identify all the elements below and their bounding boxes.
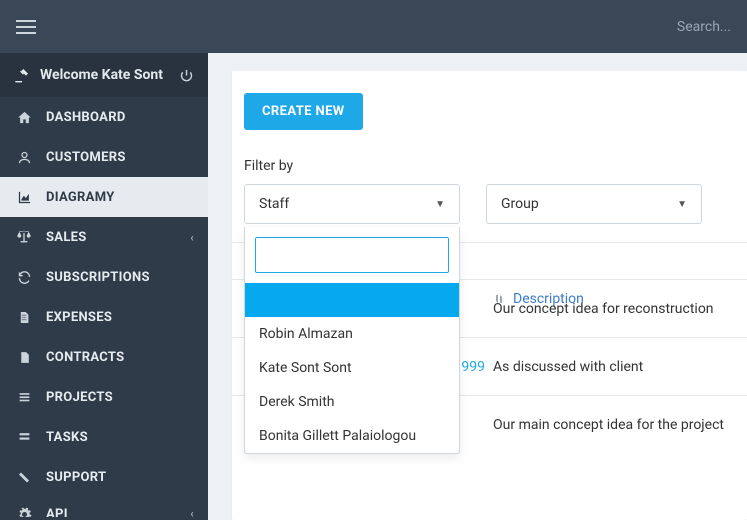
topbar: Search... [0,0,747,53]
ticket-icon [14,471,34,483]
chevron-left-icon: ‹ [190,231,194,244]
home-icon [14,110,34,125]
sidebar-item-contracts[interactable]: CONTRACTS [0,337,208,377]
hamburger-icon[interactable] [16,20,36,34]
user-icon [14,150,34,165]
create-new-button[interactable]: CREATE NEW [244,93,363,130]
sidebar-item-sales[interactable]: SALES ‹ [0,217,208,257]
list-icon [14,391,34,404]
chart-icon [14,190,34,205]
sidebar-item-dashboard[interactable]: DASHBOARD [0,97,208,137]
sidebar-item-support[interactable]: SUPPORT [0,457,208,497]
nav-label: SALES [46,230,87,245]
sidebar-item-diagramy[interactable]: DIAGRAMY [0,177,208,217]
nav-label: API [46,507,68,517]
sidebar-item-projects[interactable]: PROJECTS [0,377,208,417]
dropdown-item[interactable]: Bonita Gillett Palaiologou [245,419,459,453]
sidebar-item-api[interactable]: API ‹ [0,497,208,517]
tasks-icon [14,431,34,444]
filter-by-label: Filter by [244,158,747,174]
search-input[interactable]: Search... [677,19,731,35]
sidebar-item-customers[interactable]: CUSTOMERS [0,137,208,177]
nav-label: DASHBOARD [46,110,126,125]
refresh-icon [14,270,34,285]
power-icon[interactable] [179,68,194,83]
nav-label: CONTRACTS [46,350,124,365]
main-area: CREATE NEW Filter by Staff ▼ Group ▼ [208,53,747,520]
dropdown-search-input[interactable] [255,237,449,273]
sidebar-item-subscriptions[interactable]: SUBSCRIPTIONS [0,257,208,297]
scales-icon [14,229,34,245]
sidebar-item-tasks[interactable]: TASKS [0,417,208,457]
group-select[interactable]: Group ▼ [486,184,702,224]
nav-label: PROJECTS [46,390,113,405]
sidebar: Welcome Kate Sont DASHBOARD CUSTOMERS DI… [0,53,208,520]
row-description: As discussed with client [493,359,643,375]
dropdown-item[interactable]: Kate Sont Sont [245,351,459,385]
nav-label: SUPPORT [46,470,106,485]
gavel-icon [14,67,30,83]
row-description: Our main concept idea for the project [493,417,724,433]
document-icon [14,310,34,325]
caret-down-icon: ▼ [677,199,687,210]
sort-icon [493,292,505,306]
welcome-text: Welcome Kate Sont [40,67,163,83]
dropdown-item[interactable]: Derek Smith [245,385,459,419]
dropdown-item[interactable] [245,283,459,317]
sidebar-item-expenses[interactable]: EXPENSES [0,297,208,337]
caret-down-icon: ▼ [435,199,445,210]
nav-label: EXPENSES [46,310,112,325]
column-header-label: Description [513,291,584,307]
welcome-bar: Welcome Kate Sont [0,53,208,97]
staff-select-value: Staff [259,196,289,212]
dropdown-item[interactable]: Robin Almazan [245,317,459,351]
group-select-value: Group [501,196,539,212]
column-header-description[interactable]: Description [493,279,584,319]
nav-label: DIAGRAMY [46,190,115,205]
chevron-left-icon: ‹ [190,507,194,517]
nav-label: CUSTOMERS [46,150,126,165]
nav-label: SUBSCRIPTIONS [46,270,150,285]
file-icon [14,350,34,365]
staff-select[interactable]: Staff ▼ [244,184,460,224]
staff-dropdown: Robin Almazan Kate Sont Sont Derek Smith… [244,227,460,454]
nav-label: TASKS [46,430,88,445]
gear-icon [14,507,34,517]
